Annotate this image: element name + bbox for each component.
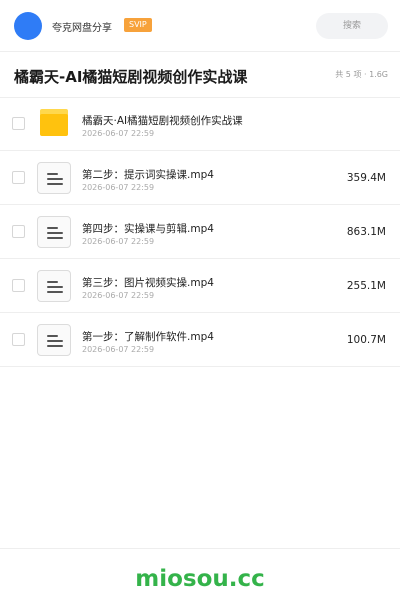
item-name: 第四步：实操课与剪辑.mp4 bbox=[82, 223, 214, 235]
list-item[interactable]: 第四步：实操课与剪辑.mp4 2026-06-07 22:59 863.1M bbox=[0, 205, 400, 259]
list-item[interactable]: 第一步：了解制作软件.mp4 2026-06-07 22:59 100.7M bbox=[0, 313, 400, 367]
item-name: 第一步：了解制作软件.mp4 bbox=[82, 331, 214, 343]
item-date: 2026-06-07 22:59 bbox=[82, 129, 155, 138]
folder-icon bbox=[37, 108, 71, 140]
item-date: 2026-06-07 22:59 bbox=[82, 237, 155, 246]
file-icon bbox=[37, 216, 71, 248]
item-checkbox[interactable] bbox=[12, 225, 25, 238]
item-checkbox[interactable] bbox=[12, 333, 25, 346]
list-item[interactable]: 橘霸天·AI橘猫短剧视频创作实战课 2026-06-07 22:59 bbox=[0, 97, 400, 151]
item-date: 2026-06-07 22:59 bbox=[82, 291, 155, 300]
share-title-row: 橘霸天-AI橘猫短剧视频创作实战课 共 5 项 · 1.6G bbox=[0, 52, 400, 98]
list-item[interactable]: 第二步：提示词实操课.mp4 2026-06-07 22:59 359.4M bbox=[0, 151, 400, 205]
owner-name: 夸克网盘分享 bbox=[52, 23, 112, 34]
item-size: 863.1M bbox=[346, 226, 386, 238]
item-checkbox[interactable] bbox=[12, 279, 25, 292]
item-checkbox[interactable] bbox=[12, 117, 25, 130]
item-name: 第三步：图片视频实操.mp4 bbox=[82, 277, 214, 289]
item-date: 2026-06-07 22:59 bbox=[82, 183, 155, 192]
file-icon bbox=[37, 162, 71, 194]
file-icon bbox=[37, 324, 71, 356]
item-size: 255.1M bbox=[346, 280, 386, 292]
item-checkbox[interactable] bbox=[12, 171, 25, 184]
avatar[interactable] bbox=[14, 12, 42, 40]
item-size: 359.4M bbox=[346, 172, 386, 184]
item-name: 第二步：提示词实操课.mp4 bbox=[82, 169, 214, 181]
list-item[interactable]: 第三步：图片视频实操.mp4 2026-06-07 22:59 255.1M bbox=[0, 259, 400, 313]
item-size: 100.7M bbox=[346, 334, 386, 346]
footer: miosou.cc bbox=[0, 548, 400, 600]
watermark-text: miosou.cc bbox=[135, 566, 265, 592]
top-bar: 夸克网盘分享 SVIP 搜索 bbox=[0, 0, 400, 52]
item-name: 橘霸天·AI橘猫短剧视频创作实战课 bbox=[82, 115, 243, 127]
svip-badge: SVIP bbox=[124, 18, 152, 32]
item-date: 2026-06-07 22:59 bbox=[82, 345, 155, 354]
item-summary: 共 5 项 · 1.6G bbox=[335, 70, 388, 79]
file-icon bbox=[37, 270, 71, 302]
search-input[interactable]: 搜索 bbox=[316, 13, 388, 39]
page-title: 橘霸天-AI橘猫短剧视频创作实战课 bbox=[14, 68, 248, 86]
file-list: 橘霸天·AI橘猫短剧视频创作实战课 2026-06-07 22:59 第二步：提… bbox=[0, 97, 400, 367]
